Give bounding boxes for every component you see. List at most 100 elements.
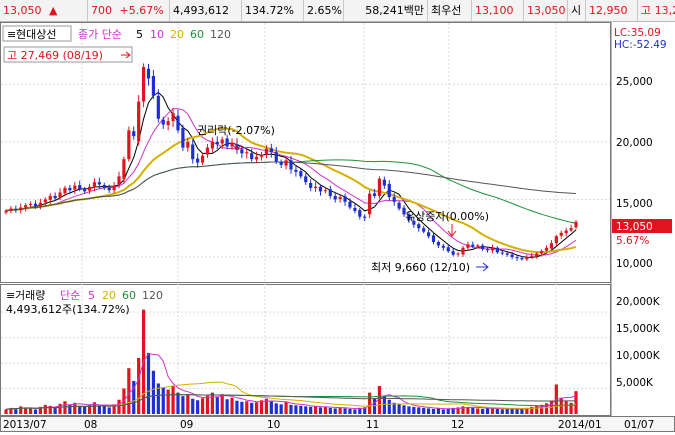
volume-bar [274, 403, 278, 414]
candle-body [500, 252, 504, 254]
candle-body [240, 149, 244, 154]
candle-body [343, 196, 347, 202]
candle-body [73, 185, 77, 190]
volume-bar [348, 408, 352, 414]
candle-body [210, 141, 214, 149]
candle-body [461, 247, 465, 255]
volume-bar [422, 407, 426, 414]
volume-bar [245, 401, 249, 414]
best-bid: 13,050 [524, 0, 568, 21]
candle-body [525, 256, 529, 260]
candle-body [544, 247, 549, 251]
candle-body [24, 205, 28, 208]
price-legend-prefix: 종가 단순 [78, 28, 122, 41]
volume-bar [191, 398, 195, 414]
candle-body [304, 176, 308, 183]
volume-bar [407, 406, 411, 414]
volume-bar [151, 370, 156, 414]
candle-body [574, 221, 578, 228]
candle-body [333, 195, 337, 200]
candle-body [387, 183, 391, 198]
volume-bar [279, 404, 283, 414]
price-tick-20000: 20,000 [616, 137, 653, 149]
volume-bar [446, 408, 450, 414]
candle-body [9, 208, 13, 211]
candle-body [530, 255, 534, 257]
candle-body [284, 160, 288, 166]
hc-label: HC:-52.49 [614, 39, 667, 51]
volume-bar [412, 406, 416, 414]
turnover-rate: 2.65% [304, 0, 344, 21]
candle-body [19, 207, 23, 211]
trade-amount: 58,241백만 [344, 0, 428, 21]
volume-bar [210, 392, 214, 414]
volume-bar [97, 405, 101, 414]
volume-bar [146, 352, 151, 414]
capital-increase-annotation: 유상증자(0.00%) [405, 210, 489, 223]
volume-bar [343, 408, 347, 414]
best-quote-label: 최우선 [428, 0, 472, 21]
volume-bar [240, 401, 244, 414]
stock-chart[interactable]: ≡ 현대상선 종가 단순 5 10 20 60 120 LC:35.09 HC:… [0, 22, 675, 432]
volume-ratio: 134.72% [242, 0, 304, 21]
candle-body [436, 242, 441, 246]
volume-bar [574, 391, 578, 414]
volume-bar [471, 407, 475, 414]
candle-body [549, 243, 554, 249]
volume-bar [255, 402, 259, 414]
candle-body [289, 160, 293, 170]
volume-tick-10000k: 10,000K [616, 350, 661, 362]
volume-bar [426, 408, 431, 414]
candle-body [471, 244, 475, 247]
volume-bar [4, 409, 8, 414]
candle-body [451, 251, 455, 255]
candle-body [377, 178, 382, 196]
volume-bar [28, 408, 33, 414]
candle-body [58, 192, 62, 198]
vol-ma-legend-5: 5 [88, 289, 95, 302]
candle-body [495, 247, 499, 253]
volume-bar [215, 397, 219, 414]
candle-body [92, 182, 97, 188]
candle-body [166, 121, 170, 126]
vol-ma-legend-60: 60 [122, 289, 136, 302]
volume-bar [417, 407, 421, 414]
rights-annotation: 권리락(-2.07%) [197, 124, 275, 137]
volume-bar [200, 398, 205, 414]
open-label: 시 [568, 0, 586, 21]
candle-body [176, 115, 180, 131]
candle-body [156, 95, 160, 119]
volume-bar [485, 407, 490, 414]
volume-bar [520, 408, 524, 414]
candle-body [348, 201, 352, 208]
volume-bar [186, 394, 190, 414]
chart-canvas[interactable]: ≡ 현대상선 종가 단순 5 10 20 60 120 LC:35.09 HC:… [0, 22, 675, 432]
volume-bar [137, 358, 141, 414]
x-label-09: 09 [180, 419, 193, 431]
candle-body [328, 189, 332, 196]
volume-bar [230, 397, 234, 414]
candle-body [363, 216, 367, 218]
volume-bar [83, 406, 87, 414]
candle-body [299, 171, 303, 177]
candle-body [28, 204, 33, 206]
candle-body [264, 148, 269, 154]
volume-bar [436, 408, 441, 414]
volume-current: 4,493,612주(134.72%) [6, 303, 130, 316]
candle-body [43, 199, 47, 203]
candle-body [196, 158, 200, 163]
volume-bar [313, 406, 318, 414]
current-price: 13,050 [3, 4, 42, 17]
volume-bar [53, 407, 57, 414]
x-label-2013-07: 2013/07 [3, 419, 47, 431]
candle-body [112, 185, 116, 191]
volume-bar [328, 407, 332, 414]
price-tick-15000: 15,000 [616, 198, 653, 210]
ma-legend-60: 60 [190, 28, 204, 41]
candle-body [259, 154, 264, 157]
volume-bar [338, 407, 342, 414]
candle-body [225, 138, 229, 147]
candle-body [117, 176, 121, 185]
volume-bar [225, 399, 229, 414]
vol-ma-legend-20: 20 [102, 289, 116, 302]
